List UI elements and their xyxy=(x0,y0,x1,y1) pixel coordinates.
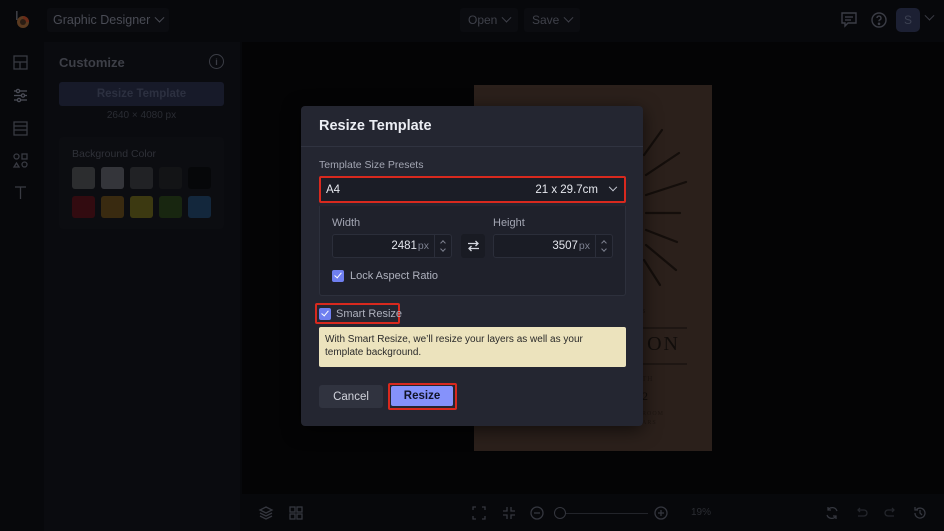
width-unit: px xyxy=(417,240,429,252)
adjust-icon[interactable] xyxy=(12,87,29,104)
width-value: 2481 xyxy=(391,240,417,252)
fit-screen-icon[interactable] xyxy=(471,505,487,521)
chevron-down-icon[interactable] xyxy=(601,246,607,252)
color-swatch[interactable] xyxy=(101,196,124,218)
info-icon[interactable]: i xyxy=(209,54,224,69)
smart-resize-checkbox[interactable] xyxy=(319,308,331,320)
resize-button[interactable]: Resize xyxy=(391,386,453,406)
customize-panel: Customize i Resize Template 2640 × 4080 … xyxy=(44,42,240,531)
width-label: Width xyxy=(332,217,361,229)
chevron-down-icon xyxy=(154,12,165,23)
zoom-in-icon[interactable] xyxy=(653,505,669,521)
chevron-down-icon[interactable] xyxy=(440,246,446,252)
poster-title-text: ON xyxy=(647,333,680,355)
save-label: Save xyxy=(532,13,560,27)
app-window: Graphic Designer Open Save S Customize i… xyxy=(0,0,944,531)
chevron-down-icon xyxy=(563,12,574,23)
resize-button-highlight: Resize xyxy=(388,383,457,410)
color-swatch[interactable] xyxy=(130,167,153,189)
color-swatch[interactable] xyxy=(72,167,95,189)
open-label: Open xyxy=(468,13,498,27)
width-input[interactable]: 2481px xyxy=(332,234,452,258)
chevron-up-icon[interactable] xyxy=(601,240,607,246)
color-swatch[interactable] xyxy=(159,167,182,189)
zoom-out-icon[interactable] xyxy=(529,505,545,521)
width-stepper[interactable] xyxy=(434,235,451,257)
history-icon[interactable] xyxy=(912,505,928,521)
grid-icon[interactable] xyxy=(288,505,304,521)
preset-size: 21 x 29.7cm xyxy=(535,183,598,196)
chevron-down-icon xyxy=(608,182,618,191)
redo-icon[interactable] xyxy=(883,505,899,521)
zoom-slider-track[interactable] xyxy=(560,513,648,514)
color-swatch[interactable] xyxy=(72,196,95,218)
chevron-down-icon xyxy=(501,12,512,23)
height-label: Height xyxy=(493,217,525,229)
account-chevron-icon[interactable] xyxy=(924,10,935,21)
swap-dimensions-button[interactable] xyxy=(461,234,485,258)
background-color-label: Background Color xyxy=(72,148,157,160)
height-stepper[interactable] xyxy=(595,235,612,257)
dimensions-box: Width 2481px Height 3507px Lock Aspect R… xyxy=(319,206,626,296)
color-swatch[interactable] xyxy=(101,167,124,189)
template-dimensions: 2640 × 4080 px xyxy=(106,110,177,121)
smart-resize-label: Smart Resize xyxy=(336,308,403,320)
zoom-slider-handle[interactable] xyxy=(554,507,566,519)
save-menu-button[interactable]: Save xyxy=(524,8,581,32)
smart-resize-note: With Smart Resize, we’ll resize your lay… xyxy=(319,327,626,367)
app-title-dropdown[interactable]: Graphic Designer xyxy=(47,8,170,32)
shrink-icon[interactable] xyxy=(501,505,517,521)
bottom-toolbar: 19% xyxy=(242,496,944,531)
swap-icon xyxy=(467,240,479,252)
layers-panel-icon[interactable] xyxy=(12,120,29,137)
dialog-title: Resize Template xyxy=(319,118,432,134)
open-menu-button[interactable]: Open xyxy=(460,8,519,32)
preset-value: A4 xyxy=(326,183,341,196)
svg-text:ARS: ARS xyxy=(642,420,657,426)
dialog-header: Resize Template xyxy=(301,106,643,147)
resize-template-button[interactable]: Resize Template xyxy=(59,82,224,106)
comment-icon[interactable] xyxy=(839,10,859,30)
user-avatar[interactable]: S xyxy=(896,8,920,32)
svg-text:ROOM: ROOM xyxy=(642,411,664,417)
text-icon[interactable] xyxy=(12,184,29,201)
size-preset-select[interactable]: A4 21 x 29.7cm xyxy=(319,176,626,203)
height-unit: px xyxy=(578,240,590,252)
height-input[interactable]: 3507px xyxy=(493,234,613,258)
color-swatch[interactable] xyxy=(188,167,211,189)
avatar-initial: S xyxy=(903,13,912,27)
preset-label: Template Size Presets xyxy=(319,159,424,171)
templates-icon[interactable] xyxy=(12,54,29,71)
background-color-card: Background Color xyxy=(59,137,224,229)
top-bar: Graphic Designer Open Save S xyxy=(0,0,944,40)
left-rail xyxy=(0,40,42,531)
color-swatch[interactable] xyxy=(188,196,211,218)
sync-icon[interactable] xyxy=(824,505,840,521)
help-icon[interactable] xyxy=(869,10,889,30)
lock-aspect-checkbox[interactable] xyxy=(332,270,344,282)
elements-icon[interactable] xyxy=(12,152,29,169)
layers-icon[interactable] xyxy=(258,505,274,521)
color-swatch[interactable] xyxy=(159,196,182,218)
color-swatch[interactable] xyxy=(130,196,153,218)
undo-icon[interactable] xyxy=(853,505,869,521)
zoom-percentage: 19% xyxy=(691,507,712,518)
app-logo-icon[interactable] xyxy=(14,10,32,30)
resize-template-dialog: Resize Template Template Size Presets A4… xyxy=(301,106,643,426)
app-title: Graphic Designer xyxy=(53,13,151,27)
chevron-up-icon[interactable] xyxy=(440,240,446,246)
height-value: 3507 xyxy=(552,240,578,252)
panel-title: Customize xyxy=(59,55,125,70)
lock-aspect-label: Lock Aspect Ratio xyxy=(350,270,439,282)
svg-text:TH: TH xyxy=(642,375,653,383)
cancel-button[interactable]: Cancel xyxy=(319,385,383,408)
